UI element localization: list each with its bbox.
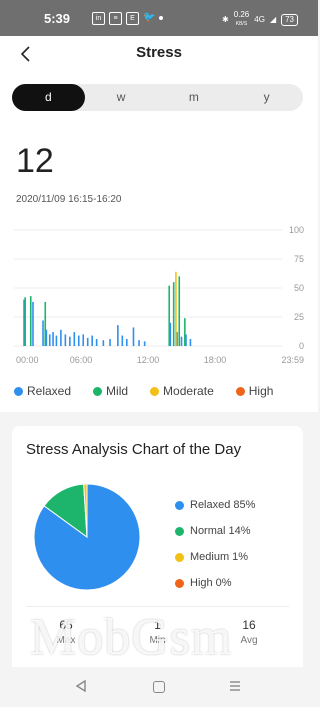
- analysis-title: Stress Analysis Chart of the Day: [26, 441, 242, 458]
- pie-legend-medium: Medium 1%: [175, 544, 255, 570]
- bar-relaxed: [64, 334, 67, 346]
- watermark: MobGsm: [30, 609, 233, 666]
- bar-mild: [184, 318, 186, 346]
- time-range: 2020/11/09 16:15-16:20: [16, 194, 122, 205]
- pie-legend-high: High 0%: [175, 570, 255, 596]
- y-tick-label: 100: [289, 225, 304, 235]
- legend-relaxed: Relaxed: [14, 384, 71, 398]
- bar-relaxed: [102, 340, 105, 346]
- bar-mild: [172, 282, 175, 346]
- e-app-icon: E: [126, 12, 139, 25]
- legend-high: High: [235, 384, 273, 398]
- pie-legend-normal: Normal 14%: [175, 518, 255, 544]
- stress-panel: d w m y 12 2020/11/09 16:15-16:20 100 75 5…: [0, 72, 318, 412]
- bar-relaxed: [132, 327, 135, 346]
- x-tick-label: 12:00: [137, 355, 160, 365]
- bar-relaxed: [48, 334, 51, 346]
- x-tick-label: 18:00: [204, 355, 227, 365]
- bar-mild: [44, 301, 47, 346]
- more-notifications-icon: [159, 16, 164, 20]
- status-bar: 5:39 in ≡ E 🐦 ✱ 0.26 KB/S 4G ◢ 73: [0, 0, 318, 36]
- bar-relaxed: [95, 339, 98, 346]
- bar-relaxed: [189, 339, 192, 346]
- bar-relaxed: [82, 334, 85, 346]
- notification-icons: in ≡ E 🐦: [92, 12, 164, 25]
- medium-dot-icon: [175, 552, 184, 562]
- bar-relaxed: [86, 337, 89, 346]
- bar-relaxed: [77, 335, 80, 346]
- news-icon: ≡: [109, 12, 122, 25]
- bar-moderate: [175, 271, 177, 346]
- bar-relaxed: [121, 335, 124, 346]
- bar-relaxed: [117, 325, 119, 346]
- bar-mild: [29, 296, 32, 346]
- legend-mild: Mild: [93, 384, 128, 398]
- relaxed-dot-icon: [175, 500, 184, 510]
- bar-relaxed: [52, 332, 54, 346]
- stress-value: 12: [16, 142, 54, 180]
- linkedin-icon: in: [92, 12, 105, 25]
- battery-icon: 73: [281, 13, 298, 26]
- y-tick-label: 50: [294, 283, 304, 293]
- status-right: ✱ 0.26 KB/S 4G ◢ 73: [222, 11, 298, 28]
- period-selector: d w m y: [12, 84, 303, 111]
- bar-mild: [178, 276, 181, 346]
- menu-icon[interactable]: [229, 680, 241, 692]
- bar-relaxed: [32, 301, 34, 346]
- x-tick-label: 00:00: [16, 355, 39, 365]
- legend-moderate: Moderate: [150, 384, 214, 398]
- y-tick-label: 0: [299, 341, 304, 351]
- bar-relaxed: [143, 341, 146, 346]
- system-nav-bar: [0, 667, 318, 707]
- bar-relaxed: [109, 339, 111, 346]
- y-tick-label: 25: [294, 312, 304, 322]
- chart-legend: Relaxed Mild Moderate High: [14, 384, 273, 398]
- bar-relaxed: [60, 329, 62, 346]
- bar-relaxed: [42, 320, 44, 346]
- signal-icon: ◢: [269, 15, 277, 24]
- pie-legend-relaxed: Relaxed 85%: [175, 492, 255, 518]
- mild-dot-icon: [93, 386, 103, 396]
- home-icon[interactable]: [153, 681, 165, 693]
- x-tick-label: 23:59: [281, 355, 304, 365]
- pie-legend: Relaxed 85% Normal 14% Medium 1% High 0%: [175, 492, 255, 596]
- tab-year[interactable]: y: [230, 84, 303, 111]
- bar-relaxed: [91, 335, 93, 346]
- bar-relaxed: [73, 332, 76, 346]
- moderate-dot-icon: [150, 386, 160, 396]
- network-speed: 0.26 KB/S: [233, 10, 250, 28]
- tab-month[interactable]: m: [158, 84, 231, 111]
- x-tick-label: 06:00: [70, 355, 93, 365]
- high-dot-icon: [175, 578, 184, 588]
- page-title: Stress: [136, 44, 182, 61]
- bar-relaxed: [55, 335, 58, 346]
- high-dot-icon: [235, 386, 245, 396]
- bar-relaxed: [125, 339, 128, 346]
- network-type: 4G: [254, 15, 265, 24]
- tab-day[interactable]: d: [12, 84, 85, 111]
- twitter-icon: 🐦: [143, 12, 156, 23]
- bar-relaxed: [180, 336, 183, 346]
- y-tick-label: 75: [294, 254, 304, 264]
- divider: [26, 606, 289, 607]
- bar-mild: [24, 297, 26, 346]
- stress-bar-chart: 100 75 50 25 0 00:00 06:00 12:00 18:00 23:59: [14, 225, 304, 365]
- status-time: 5:39: [44, 11, 71, 26]
- normal-dot-icon: [175, 526, 184, 536]
- tab-week[interactable]: w: [85, 84, 158, 111]
- stress-pie-chart: [33, 483, 141, 591]
- bluetooth-icon: ✱: [221, 15, 229, 24]
- bar-relaxed: [138, 340, 140, 346]
- bar-relaxed: [69, 336, 71, 346]
- app-header: Stress: [0, 36, 318, 72]
- back-icon[interactable]: [74, 679, 88, 693]
- relaxed-dot-icon: [14, 386, 23, 396]
- bar-mild: [168, 285, 171, 346]
